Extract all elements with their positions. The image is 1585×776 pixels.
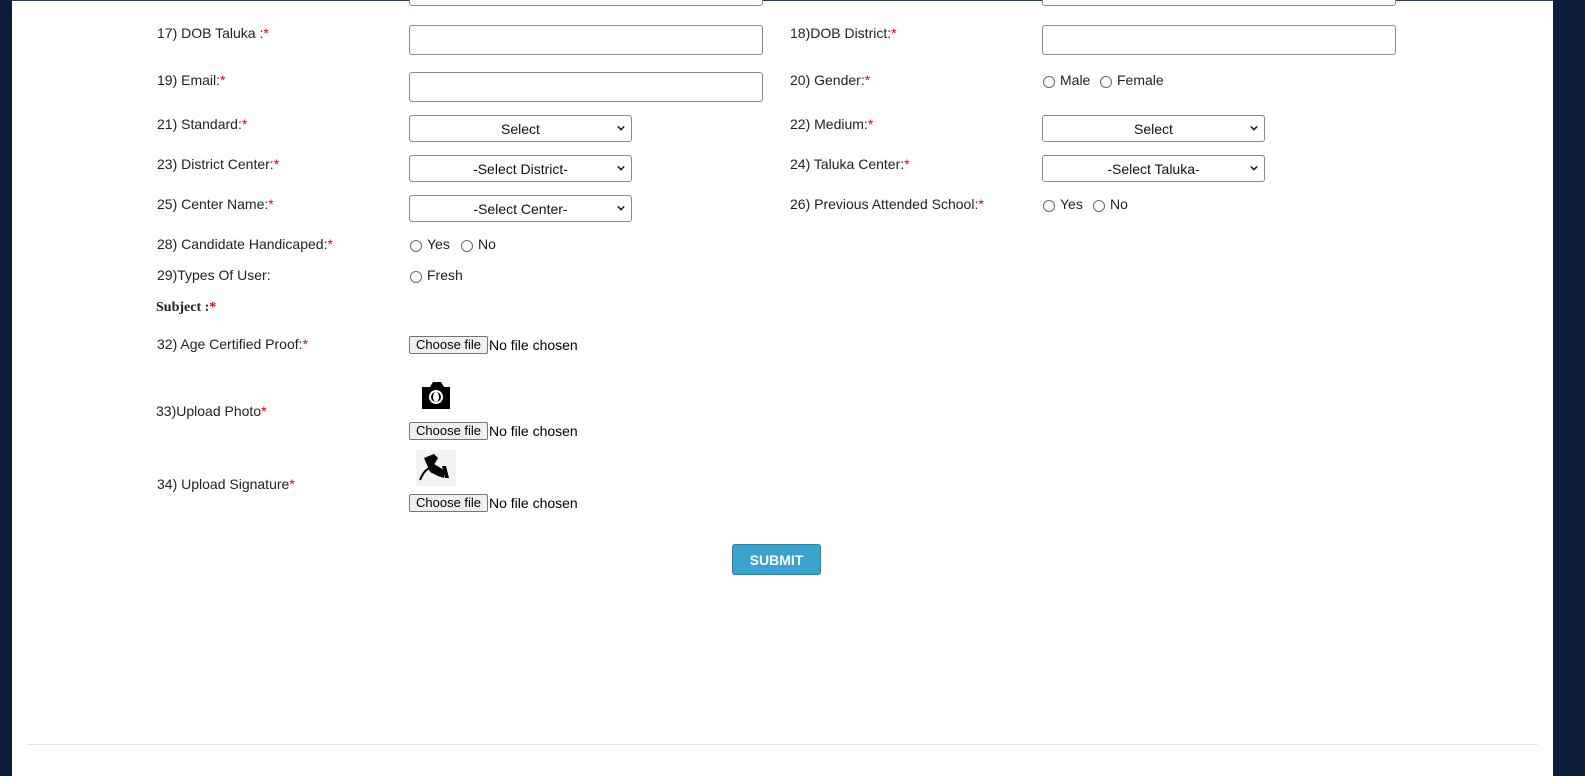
age-proof-choose-file-button[interactable]: Choose file xyxy=(409,336,489,354)
email-input[interactable] xyxy=(409,72,763,102)
required-mark: * xyxy=(268,196,274,212)
taluka-center-select[interactable]: -Select Taluka- xyxy=(1042,155,1265,182)
dob-district-label: 18)DOB District:* xyxy=(790,25,897,41)
required-mark: * xyxy=(261,403,267,419)
standard-select[interactable]: Select xyxy=(409,115,632,142)
user-type-fresh-label: Fresh xyxy=(427,267,463,283)
subject-label-text: Subject : xyxy=(156,300,210,315)
previous-school-yes-label: Yes xyxy=(1060,196,1083,212)
district-center-label: 23) District Center:* xyxy=(157,156,279,172)
handicaped-no-label: No xyxy=(478,236,496,252)
subject-label: Subject :* xyxy=(156,300,216,316)
handicaped-no-radio[interactable] xyxy=(461,240,473,252)
previous-school-label-text: 26) Previous Attended School: xyxy=(790,196,979,212)
required-mark: * xyxy=(220,72,226,88)
taluka-center-label: 24) Taluka Center:* xyxy=(790,156,910,172)
previous-field-right[interactable] xyxy=(1042,0,1396,6)
previous-school-yes-radio[interactable] xyxy=(1043,200,1055,212)
chevron-down-icon xyxy=(1250,125,1258,131)
gender-label-text: 20) Gender: xyxy=(790,72,865,88)
user-type-label: 29)Types Of User: xyxy=(157,267,271,283)
medium-label-text: 22) Medium: xyxy=(790,116,868,132)
dob-district-input[interactable] xyxy=(1042,25,1396,55)
required-mark: * xyxy=(273,156,280,172)
handicaped-label-text: 28) Candidate Handicaped: xyxy=(157,236,328,252)
medium-selected-value: Select xyxy=(1134,120,1173,137)
district-center-label-text: 23) District Center: xyxy=(157,156,274,172)
footer-divider xyxy=(27,744,1538,745)
required-mark: * xyxy=(289,476,295,492)
dob-taluka-input[interactable] xyxy=(409,25,763,55)
email-label-text: 19) Email: xyxy=(157,72,221,88)
submit-button[interactable]: SUBMIT xyxy=(732,544,821,575)
district-center-select[interactable]: -Select District- xyxy=(409,155,632,182)
required-mark: * xyxy=(209,300,217,315)
center-name-label: 25) Center Name:* xyxy=(157,196,274,212)
handicaped-label: 28) Candidate Handicaped:* xyxy=(157,236,333,252)
gender-label: 20) Gender:* xyxy=(790,72,870,88)
previous-field-left[interactable] xyxy=(409,0,763,6)
required-mark: * xyxy=(904,156,910,172)
chevron-down-icon xyxy=(617,165,625,171)
standard-label: 21) Standard:* xyxy=(157,116,247,132)
required-mark: * xyxy=(891,25,897,41)
age-proof-file-status: No file chosen xyxy=(489,337,578,353)
taluka-center-label-text: 24) Taluka Center: xyxy=(790,156,905,172)
photo-choose-file-button[interactable]: Choose file xyxy=(409,422,489,440)
medium-label: 22) Medium:* xyxy=(790,116,873,132)
center-name-label-text: 25) Center Name: xyxy=(157,196,269,212)
photo-label-text: 33)Upload Photo xyxy=(156,403,262,419)
gender-male-radio[interactable] xyxy=(1043,76,1055,88)
signature-icon xyxy=(416,450,456,486)
gender-female-radio[interactable] xyxy=(1100,76,1112,88)
taluka-center-selected-value: -Select Taluka- xyxy=(1107,160,1200,177)
signature-label: 34) Upload Signature* xyxy=(157,476,295,492)
signature-label-text: 34) Upload Signature xyxy=(157,476,290,492)
previous-school-label: 26) Previous Attended School:* xyxy=(790,196,984,212)
required-mark: * xyxy=(978,196,984,212)
signature-file-status: No file chosen xyxy=(489,495,578,511)
required-mark: * xyxy=(302,336,308,352)
chevron-down-icon xyxy=(617,125,625,131)
chevron-down-icon xyxy=(617,205,625,211)
user-type-fresh-radio[interactable] xyxy=(410,271,422,283)
required-mark: * xyxy=(263,25,269,41)
age-proof-label-text: 32) Age Certified Proof: xyxy=(157,336,303,352)
right-frame xyxy=(1553,0,1585,776)
signature-choose-file-button[interactable]: Choose file xyxy=(409,494,489,512)
district-center-selected-value: -Select District- xyxy=(473,160,568,177)
center-name-selected-value: -Select Center- xyxy=(473,200,568,217)
required-mark: * xyxy=(327,236,333,252)
chevron-down-icon xyxy=(1250,165,1258,171)
gender-male-label: Male xyxy=(1060,72,1091,88)
center-name-select[interactable]: -Select Center- xyxy=(409,195,632,222)
required-mark: * xyxy=(864,72,871,88)
dob-district-label-text: 18)DOB District: xyxy=(790,25,892,41)
email-label: 19) Email:* xyxy=(157,72,225,88)
standard-selected-value: Select xyxy=(501,120,540,137)
medium-select[interactable]: Select xyxy=(1042,115,1265,142)
photo-label: 33)Upload Photo* xyxy=(156,403,267,419)
previous-school-no-label: No xyxy=(1110,196,1128,212)
previous-school-no-radio[interactable] xyxy=(1093,200,1105,212)
dob-taluka-label-text: 17) DOB Taluka : xyxy=(157,25,264,41)
age-proof-label: 32) Age Certified Proof:* xyxy=(157,336,308,352)
handicaped-yes-radio[interactable] xyxy=(410,240,422,252)
camera-icon xyxy=(422,382,450,409)
required-mark: * xyxy=(867,116,874,132)
standard-label-text: 21) Standard: xyxy=(157,116,242,132)
gender-female-label: Female xyxy=(1117,72,1164,88)
handicaped-yes-label: Yes xyxy=(427,236,450,252)
required-mark: * xyxy=(241,116,248,132)
photo-file-status: No file chosen xyxy=(489,423,578,439)
dob-taluka-label: 17) DOB Taluka :* xyxy=(157,25,269,41)
